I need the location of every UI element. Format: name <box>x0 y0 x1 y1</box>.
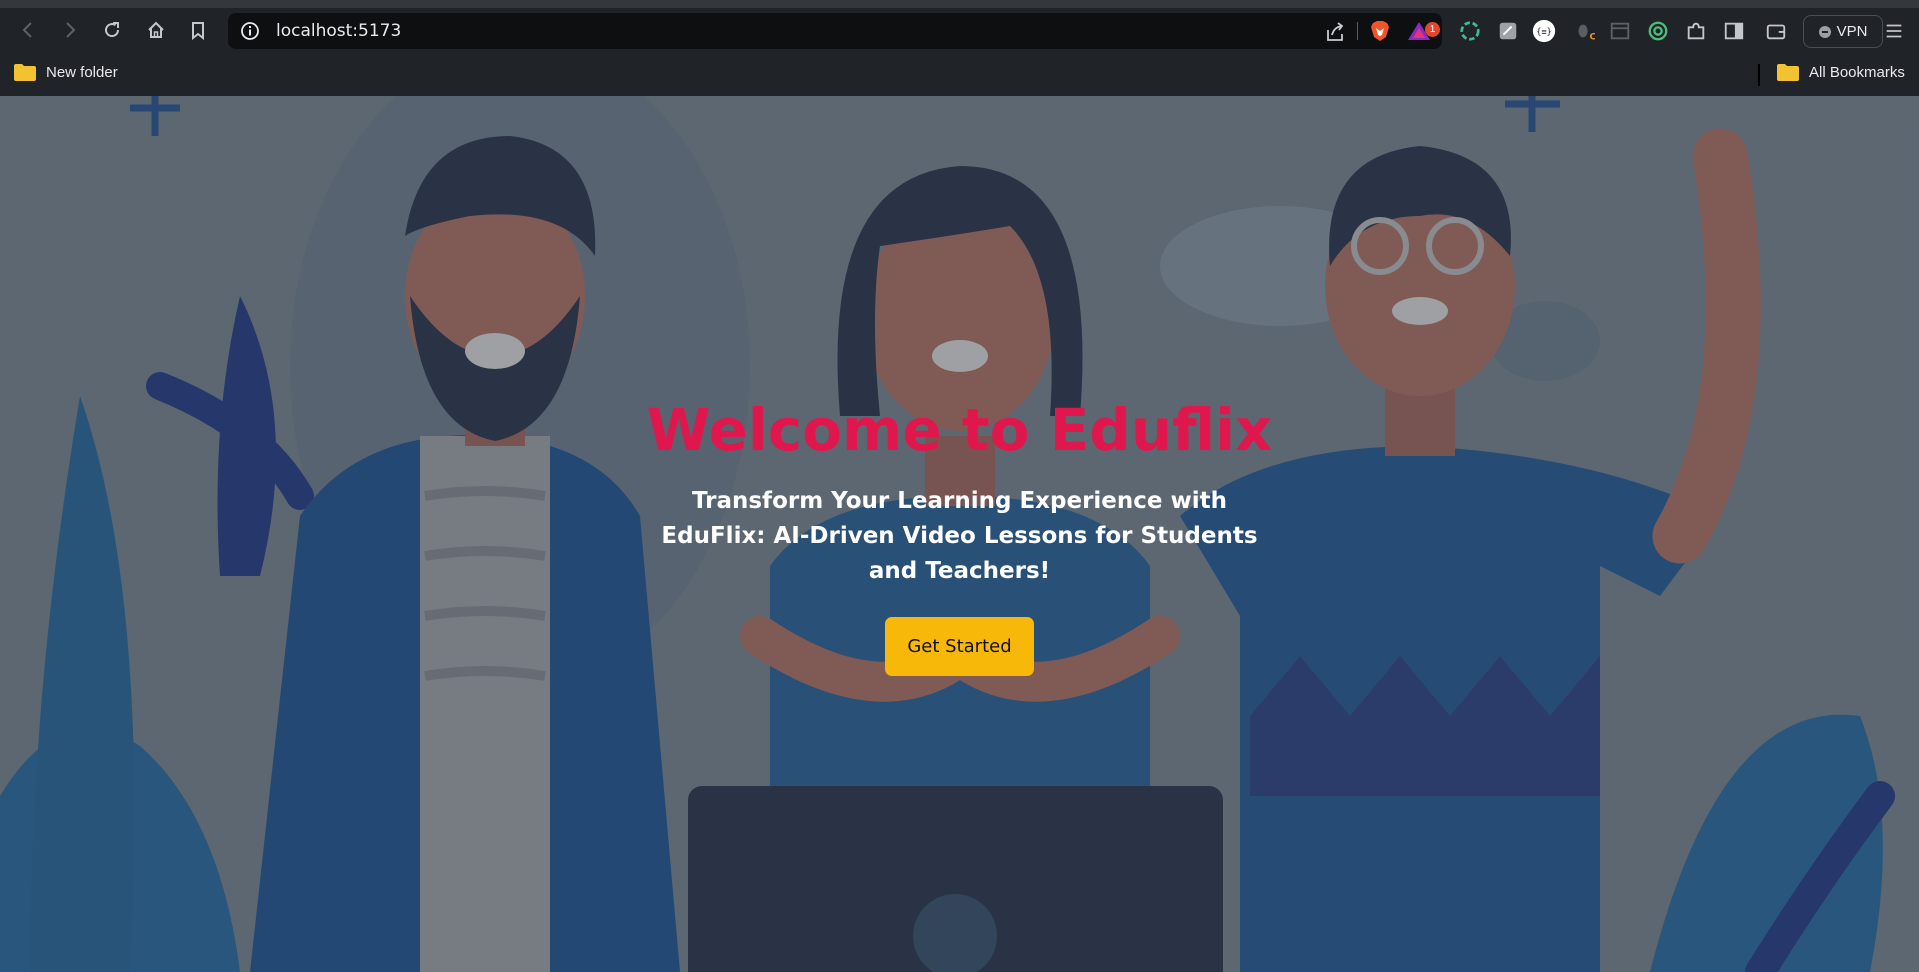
share-icon[interactable] <box>1324 21 1346 43</box>
address-bar-divider <box>1357 22 1358 40</box>
home-icon[interactable] <box>142 16 170 44</box>
hero-title: Welcome to Eduflix <box>646 396 1273 464</box>
bookmarks-bar: New folder All Bookmarks <box>0 52 1919 96</box>
address-bar[interactable]: localhost:5173 <box>228 13 1442 49</box>
window-top-edge <box>0 0 1919 8</box>
reload-icon[interactable] <box>98 16 126 44</box>
vpn-label: VPN <box>1836 23 1868 40</box>
svg-text:C: C <box>1590 31 1596 42</box>
site-info-icon[interactable] <box>240 21 260 41</box>
chatgpt-icon[interactable] <box>1458 19 1482 43</box>
bookmark-folder-new-folder[interactable]: New folder <box>14 64 118 81</box>
bug-icon[interactable]: C <box>1572 19 1596 43</box>
back-arrow-icon[interactable] <box>14 16 42 44</box>
get-started-button[interactable]: Get Started <box>885 617 1034 676</box>
svg-text:{≡}: {≡} <box>1536 27 1551 37</box>
hero-section: Welcome to Eduflix Transform Your Learni… <box>0 396 1919 676</box>
browser-toolbar: localhost:5173 1 {≡} C VPN <box>0 8 1919 52</box>
folder-icon <box>14 64 36 81</box>
bookmarks-divider <box>1758 64 1760 86</box>
url-text[interactable]: localhost:5173 <box>276 21 401 41</box>
bookmark-folder-all-bookmarks[interactable]: All Bookmarks <box>1777 64 1905 81</box>
forward-arrow-icon[interactable] <box>56 16 84 44</box>
notification-badge: 1 <box>1425 22 1440 37</box>
puzzle-icon[interactable] <box>1684 19 1708 43</box>
vpn-status-icon <box>1818 25 1831 38</box>
code-window-icon[interactable] <box>1608 19 1632 43</box>
bookmark-icon[interactable] <box>184 16 212 44</box>
bookmark-label: All Bookmarks <box>1809 64 1905 81</box>
json-formatter-icon[interactable]: {≡} <box>1532 19 1556 43</box>
bookmark-label: New folder <box>46 64 118 81</box>
circle-icon[interactable] <box>1646 19 1670 43</box>
web-page: Welcome to Eduflix Transform Your Learni… <box>0 96 1919 972</box>
vpn-button[interactable]: VPN <box>1803 15 1883 48</box>
wallet-icon[interactable] <box>1764 19 1788 43</box>
brave-shields-icon[interactable] <box>1368 19 1392 43</box>
sidebar-icon[interactable] <box>1722 19 1746 43</box>
notes-icon[interactable] <box>1496 19 1520 43</box>
folder-icon <box>1777 64 1799 81</box>
menu-icon[interactable] <box>1882 19 1906 43</box>
hero-subtitle: Transform Your Learning Experience with … <box>661 488 1258 584</box>
